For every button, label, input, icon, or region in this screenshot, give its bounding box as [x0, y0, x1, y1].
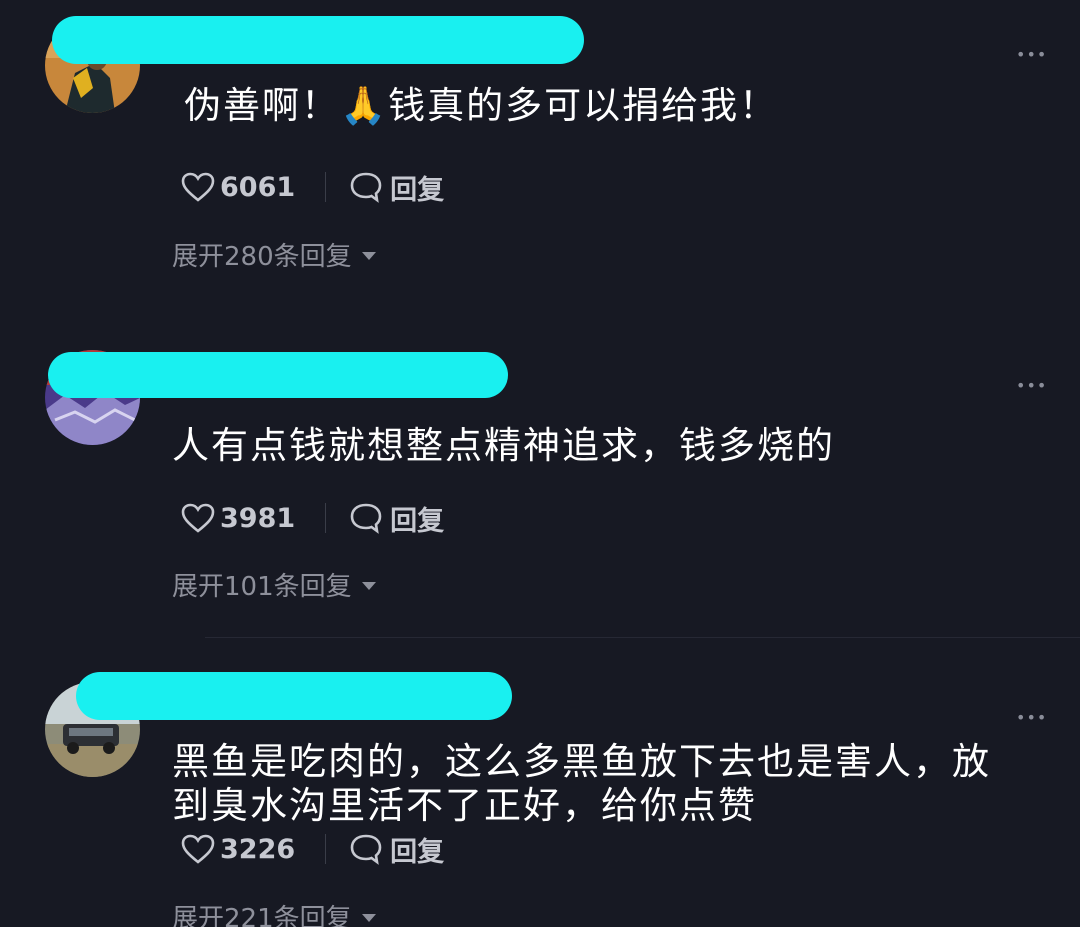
like-count: 3226: [220, 833, 296, 865]
more-options-icon[interactable]: •••: [1016, 710, 1047, 726]
expand-replies-button[interactable]: 展开280条回复: [172, 236, 376, 273]
caret-down-icon: [361, 581, 376, 590]
divider: [325, 834, 327, 864]
redacted-username: [52, 16, 584, 64]
reply-label: 回复: [390, 174, 445, 206]
like-count: 3981: [220, 502, 296, 534]
comment-text: 伪善啊！🙏钱真的多可以捐给我！: [184, 84, 779, 127]
expand-replies-label: 展开280条回复: [172, 242, 352, 272]
comment-actions: 6061 回复: [180, 167, 444, 207]
divider: [325, 172, 327, 202]
redacted-username: [48, 352, 508, 398]
divider: [325, 503, 327, 533]
like-button[interactable]: 3226: [180, 833, 295, 865]
heart-icon: [181, 503, 215, 533]
caret-down-icon: [361, 251, 376, 260]
comment-feed: ••• 伪善啊！🙏钱真的多可以捐给我！ 6061 回复 展开280条回复 •••…: [0, 0, 1080, 927]
caret-down-icon: [361, 913, 376, 922]
comment-actions: 3226 回复: [180, 829, 444, 869]
expand-replies-button[interactable]: 展开101条回复: [172, 566, 376, 603]
like-button[interactable]: 3981: [180, 502, 295, 534]
comment-text: 人有点钱就想整点精神追求，钱多烧的: [172, 424, 835, 467]
reply-label: 回复: [390, 836, 445, 868]
reply-button[interactable]: 回复: [348, 830, 444, 869]
like-button[interactable]: 6061: [180, 171, 295, 203]
comment-bubble-icon: [350, 172, 382, 203]
redacted-username: [76, 672, 512, 720]
comment-divider: [205, 637, 1080, 638]
heart-icon: [181, 834, 215, 864]
expand-replies-button[interactable]: 展开221条回复: [172, 898, 376, 927]
more-options-icon[interactable]: •••: [1016, 47, 1047, 63]
reply-label: 回复: [390, 505, 445, 537]
reply-button[interactable]: 回复: [348, 168, 444, 207]
comment-text: 黑鱼是吃肉的，这么多黑鱼放下去也是害人，放到臭水沟里活不了正好，给你点赞: [172, 740, 991, 827]
more-options-icon[interactable]: •••: [1016, 378, 1047, 394]
expand-replies-label: 展开221条回复: [172, 904, 352, 927]
comment-bubble-icon: [350, 834, 382, 865]
comment-actions: 3981 回复: [180, 498, 444, 538]
expand-replies-label: 展开101条回复: [172, 572, 352, 602]
comment-bubble-icon: [350, 503, 382, 534]
heart-icon: [181, 172, 215, 202]
reply-button[interactable]: 回复: [348, 499, 444, 538]
like-count: 6061: [220, 171, 296, 203]
